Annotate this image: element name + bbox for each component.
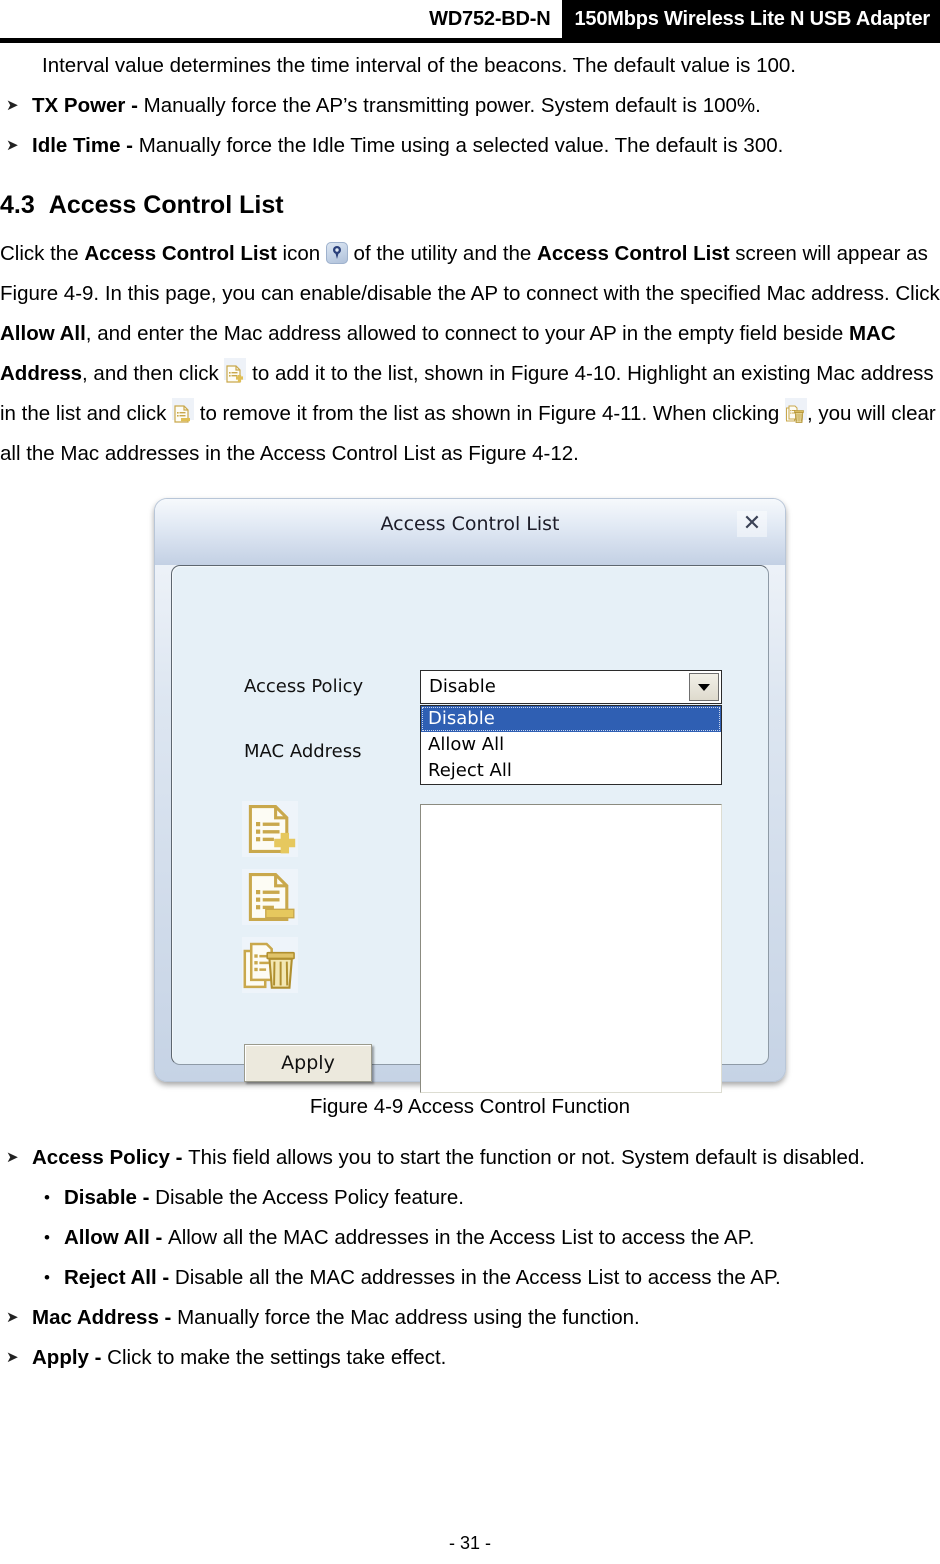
definition-apply: ➤ Apply - Click to make the settings tak…	[0, 1338, 940, 1378]
arrow-bullet-icon: ➤	[6, 97, 19, 114]
document-remove-icon[interactable]	[242, 869, 298, 925]
delete-all-trash-icon	[785, 398, 807, 423]
page-header: WD752-BD-N 150Mbps Wireless Lite N USB A…	[0, 0, 940, 38]
arrow-bullet-icon: ➤	[6, 1309, 19, 1326]
document-content: Interval value determines the time inter…	[0, 46, 940, 474]
definition-disable-term: Disable -	[64, 1186, 156, 1209]
option-disable[interactable]: Disable	[421, 706, 721, 732]
access-policy-selected-value: Disable	[429, 676, 496, 697]
definition-mac-address: ➤ Mac Address - Manually force the Mac a…	[0, 1298, 940, 1338]
access-control-list-dialog: Access Control List ✕ Access Policy MAC …	[154, 498, 786, 1093]
page-number: - 31 -	[448, 1533, 491, 1553]
definition-disable: • Disable - Disable the Access Policy fe…	[0, 1178, 940, 1218]
arrow-bullet-icon: ➤	[6, 1349, 19, 1366]
definition-mac-address-desc: Manually force the Mac address using the…	[177, 1306, 640, 1329]
section-title-text: Access Control List	[48, 191, 284, 219]
definition-allow-all: • Allow All - Allow all the MAC addresse…	[0, 1218, 940, 1258]
delete-all-trash-glyph	[243, 942, 295, 989]
document-remove-glyph	[174, 405, 191, 423]
desc-frag-5: , and enter the Mac address allowed to c…	[85, 322, 849, 345]
figure-access-control: Access Control List ✕ Access Policy MAC …	[0, 498, 940, 1124]
bullet-tx-power-text: TX Power - Manually force the AP’s trans…	[32, 86, 940, 126]
chevron-down-glyph	[698, 683, 710, 691]
bullet-idle-time: ➤ Idle Time - Manually force the Idle Ti…	[0, 126, 940, 166]
access-policy-label: Access Policy	[244, 676, 364, 697]
desc-bold-acl-2: Access Control List	[537, 242, 730, 265]
dot-bullet-icon: •	[44, 1188, 50, 1207]
close-icon[interactable]: ✕	[737, 511, 767, 537]
document-add-icon[interactable]	[242, 801, 298, 857]
desc-frag-8: to remove it from the list as shown in F…	[194, 402, 785, 425]
desc-frag-6: , and then click	[82, 362, 225, 385]
desc-frag-3: of the utility and the	[347, 242, 538, 265]
arrow-bullet-icon: ➤	[6, 1149, 19, 1166]
dot-bullet-icon: •	[44, 1228, 50, 1247]
mac-address-listbox[interactable]	[420, 804, 722, 1093]
arrow-bullet-icon: ➤	[6, 137, 19, 154]
dot-bullet-icon: •	[44, 1268, 50, 1287]
option-reject-all[interactable]: Reject All	[421, 758, 721, 784]
bullet-tx-power: ➤ TX Power - Manually force the AP’s tra…	[0, 86, 940, 126]
desc-bold-acl-1: Access Control List	[84, 242, 277, 265]
definitions-list: ➤ Access Policy - This field allows you …	[0, 1138, 940, 1378]
definition-mac-address-term: Mac Address -	[32, 1306, 178, 1329]
definition-reject-all: • Reject All - Disable all the MAC addre…	[0, 1258, 940, 1298]
mac-address-toolbar	[242, 801, 306, 1005]
definition-disable-desc: Disable the Access Policy feature.	[155, 1186, 464, 1209]
document-remove-glyph	[248, 873, 295, 921]
document-remove-icon	[172, 398, 195, 423]
chevron-down-icon[interactable]	[689, 673, 719, 701]
header-model-name: WD752-BD-N	[429, 0, 563, 38]
beacon-interval-text: Interval value determines the time inter…	[42, 54, 797, 77]
header-product-name: 150Mbps Wireless Lite N USB Adapter	[562, 0, 940, 38]
access-policy-select[interactable]: Disable	[420, 670, 722, 704]
shield-key-glyph	[332, 246, 341, 259]
bullet-tx-power-term: TX Power -	[32, 94, 144, 117]
definition-apply-desc: Click to make the settings take effect.	[107, 1346, 447, 1369]
bullet-idle-time-term: Idle Time -	[32, 134, 139, 157]
section-number: 4.3	[0, 191, 35, 219]
option-allow-all[interactable]: Allow All	[421, 732, 721, 758]
section-heading: 4.3 Access Control List	[0, 188, 940, 222]
definition-allow-all-desc: Allow all the MAC addresses in the Acces…	[168, 1226, 755, 1249]
access-control-list-icon	[325, 242, 348, 264]
access-policy-options-list[interactable]: Disable Allow All Reject All	[420, 705, 722, 785]
bullet-idle-time-text: Idle Time - Manually force the Idle Time…	[32, 126, 940, 166]
document-add-icon	[224, 358, 247, 383]
definition-reject-all-desc: Disable all the MAC addresses in the Acc…	[174, 1266, 781, 1289]
desc-frag-1: Click the	[0, 242, 85, 265]
definition-access-policy: ➤ Access Policy - This field allows you …	[0, 1138, 940, 1178]
delete-all-trash-glyph	[786, 405, 804, 423]
definition-apply-term: Apply -	[32, 1346, 108, 1369]
definition-access-policy-desc: This field allows you to start the funct…	[188, 1146, 865, 1169]
document-add-glyph	[226, 365, 244, 383]
document-add-glyph	[248, 805, 296, 854]
definition-reject-all-term: Reject All -	[64, 1266, 175, 1289]
header-rule	[0, 38, 940, 43]
desc-bold-allow-all: Allow All	[0, 322, 86, 345]
delete-all-trash-icon[interactable]	[242, 937, 298, 993]
dialog-title: Access Control List	[380, 513, 560, 535]
page-footer: - 31 -	[0, 1533, 940, 1554]
definition-allow-all-term: Allow All -	[64, 1226, 169, 1249]
figure-caption: Figure 4-9 Access Control Function	[309, 1095, 631, 1118]
definition-access-policy-term: Access Policy -	[32, 1146, 189, 1169]
access-control-list-description: Click the Access Control List icon of th…	[0, 234, 940, 474]
desc-frag-2: icon	[276, 242, 326, 265]
mac-address-label: MAC Address	[244, 741, 362, 762]
dialog-body: Access Policy MAC Address Disable Disabl…	[171, 565, 769, 1093]
bullet-tx-power-desc: Manually force the AP’s transmitting pow…	[143, 94, 761, 117]
bullet-idle-time-desc: Manually force the Idle Time using a sel…	[138, 134, 784, 157]
apply-button[interactable]: Apply	[244, 1044, 372, 1082]
dialog-titlebar: Access Control List ✕	[155, 499, 785, 565]
